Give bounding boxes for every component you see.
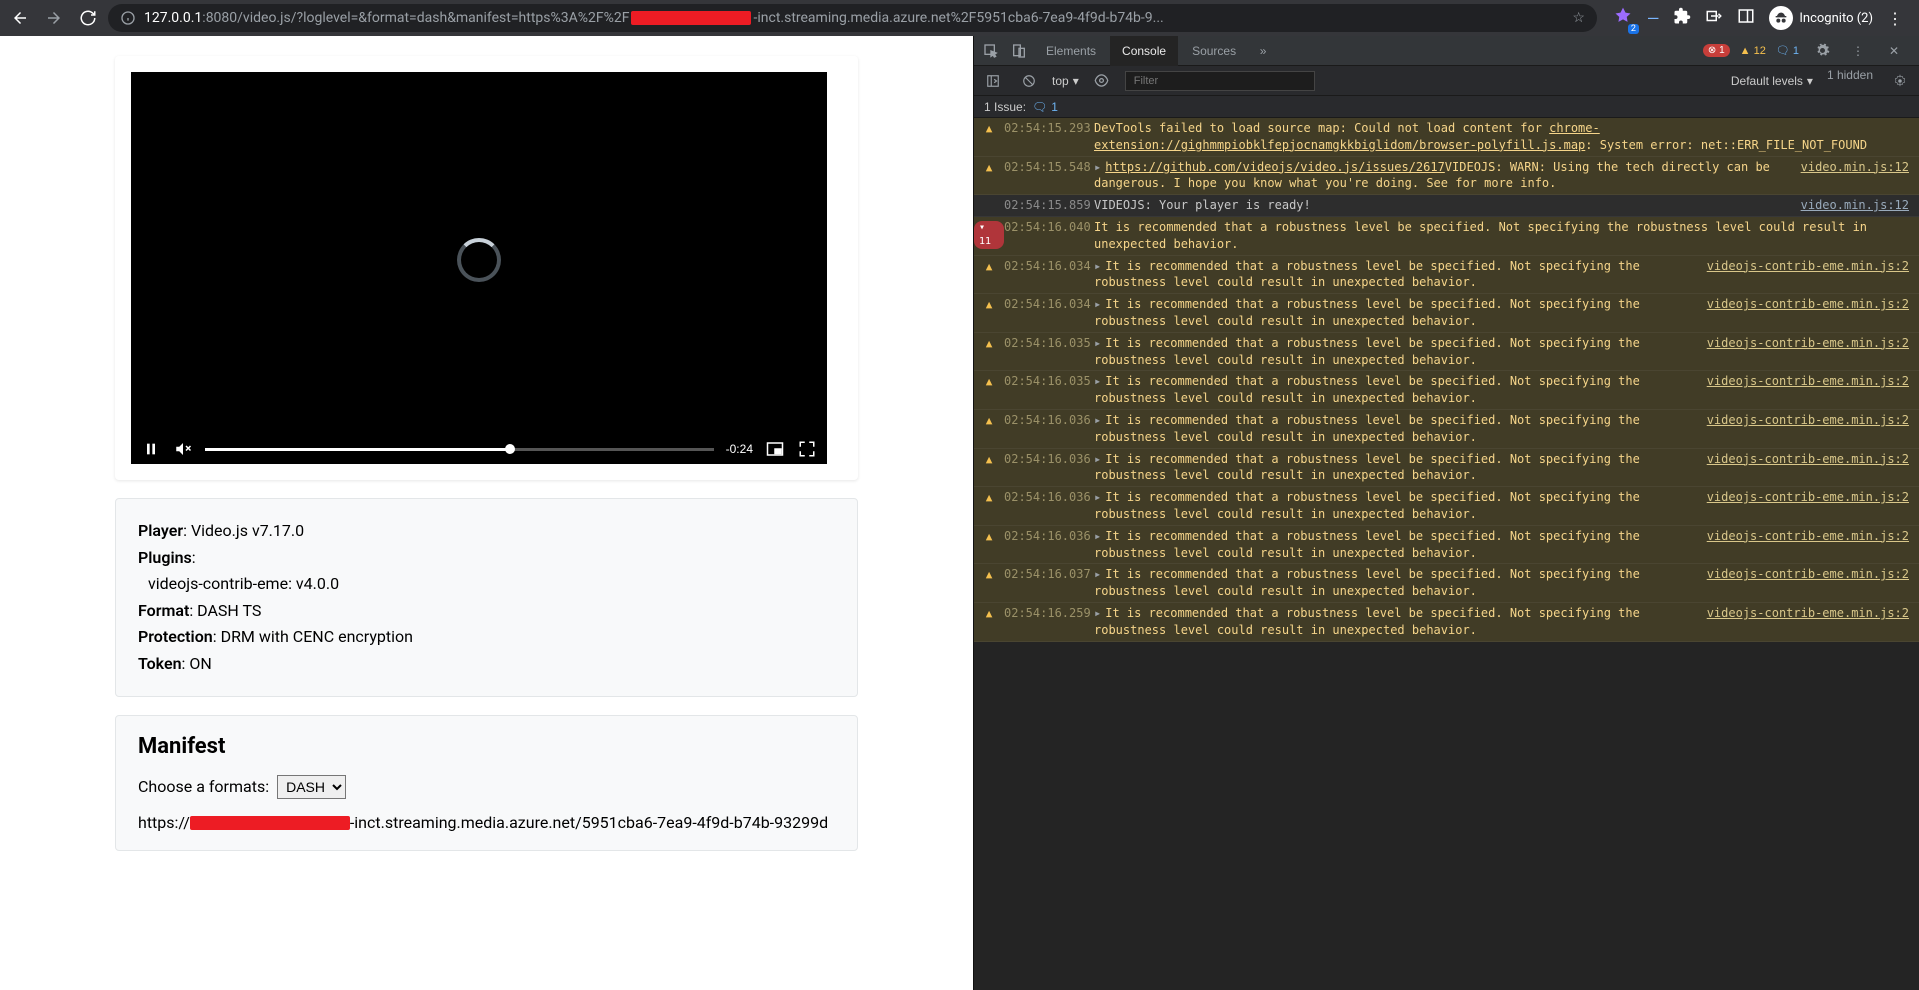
error-count-badge[interactable]: ⊗ 1 <box>1703 44 1730 57</box>
menu-icon[interactable]: ⋮ <box>1887 9 1903 28</box>
pip-button[interactable] <box>765 439 785 459</box>
redaction-bar <box>190 816 350 830</box>
player-value: : Video.js v7.17.0 <box>183 521 304 540</box>
console-row[interactable]: ▲02:54:16.036▸It is recommended that a r… <box>974 410 1919 449</box>
close-devtools-icon[interactable]: ✕ <box>1881 38 1907 64</box>
settings-icon[interactable] <box>1809 38 1835 64</box>
format-value: : DASH TS <box>189 601 261 620</box>
devtools-panel: Elements Console Sources » ⊗ 1 ▲ 12 🗨 1 … <box>973 36 1919 990</box>
issues-chip[interactable]: 🗨 1 <box>1032 100 1058 114</box>
incognito-label: Incognito (2) <box>1799 11 1873 26</box>
browser-actions: 2 — Incognito (2) ⋮ <box>1603 6 1913 30</box>
device-icon[interactable] <box>1006 38 1032 64</box>
choose-format-label: Choose a formats: <box>138 777 269 796</box>
pause-button[interactable] <box>141 439 161 459</box>
issues-bar[interactable]: 1 Issue: 🗨 1 <box>974 96 1919 118</box>
console-row[interactable]: ▲02:54:16.036▸It is recommended that a r… <box>974 449 1919 488</box>
progress-bar[interactable] <box>205 448 714 451</box>
console-toolbar: top ▾ Default levels ▾ 1 hidden <box>974 66 1919 96</box>
tab-elements[interactable]: Elements <box>1034 36 1108 66</box>
protection-label: Protection <box>138 627 213 646</box>
plugins-value: : <box>192 548 196 567</box>
page-viewport[interactable]: -0:24 Player: Video.js v7.17.0 Plugins: … <box>0 36 973 990</box>
redaction-bar <box>631 11 751 25</box>
protection-value: : DRM with CENC encryption <box>213 627 413 646</box>
back-button[interactable] <box>6 4 34 32</box>
browser-toolbar: 127.0.0.1:8080/video.js/?loglevel=&forma… <box>0 0 1919 36</box>
filter-input[interactable] <box>1125 71 1315 91</box>
site-info-icon[interactable] <box>120 10 136 26</box>
console-row[interactable]: ▾ 1102:54:16.040It is recommended that a… <box>974 217 1919 256</box>
panel-icon[interactable] <box>1737 7 1755 29</box>
dash-icon: — <box>1647 9 1660 28</box>
plugin-item: videojs-contrib-eme: v4.0.0 <box>138 571 835 597</box>
inspect-icon[interactable] <box>978 38 1004 64</box>
plugins-label: Plugins <box>138 548 192 567</box>
tab-sources[interactable]: Sources <box>1180 36 1248 66</box>
console-row[interactable]: ▲02:54:16.035▸It is recommended that a r… <box>974 333 1919 372</box>
message-count-badge[interactable]: 🗨 1 <box>1776 44 1799 57</box>
console-row[interactable]: ▲02:54:16.259▸It is recommended that a r… <box>974 603 1919 642</box>
mute-button[interactable] <box>173 439 193 459</box>
player-info-card: Player: Video.js v7.17.0 Plugins: videoj… <box>115 498 858 697</box>
manifest-heading: Manifest <box>138 734 835 759</box>
extension-count: 2 <box>1628 24 1639 34</box>
console-row[interactable]: ▲02:54:16.037▸It is recommended that a r… <box>974 564 1919 603</box>
format-select[interactable]: DASH <box>277 775 346 799</box>
sidebar-toggle-icon[interactable] <box>980 68 1006 94</box>
video-controls: -0:24 <box>131 434 827 464</box>
time-remaining: -0:24 <box>726 442 753 456</box>
console-settings-icon[interactable] <box>1887 68 1913 94</box>
console-row[interactable]: ▲02:54:15.548▸https://github.com/videojs… <box>974 157 1919 196</box>
console-row[interactable]: ▲02:54:15.293DevTools failed to load sou… <box>974 118 1919 157</box>
url-host: 127.0.0.1 <box>144 10 202 26</box>
console-row[interactable]: ▲02:54:16.036▸It is recommended that a r… <box>974 526 1919 565</box>
media-icon[interactable] <box>1705 7 1723 29</box>
url-tail: -inct.streaming.media.azure.net%2F5951cb… <box>753 10 1163 26</box>
bookmark-icon[interactable]: ☆ <box>1572 10 1585 26</box>
devtools-menu-icon[interactable]: ⋮ <box>1845 38 1871 64</box>
console-row[interactable]: ▲02:54:16.034▸It is recommended that a r… <box>974 294 1919 333</box>
more-tabs-icon[interactable]: » <box>1250 38 1276 64</box>
format-label: Format <box>138 601 189 620</box>
devtools-tabs: Elements Console Sources » ⊗ 1 ▲ 12 🗨 1 … <box>974 36 1919 66</box>
video-player[interactable]: -0:24 <box>131 72 827 464</box>
video-card: -0:24 <box>115 56 858 480</box>
reload-button[interactable] <box>74 4 102 32</box>
context-selector[interactable]: top ▾ <box>1052 74 1079 88</box>
console-body[interactable]: ▲02:54:15.293DevTools failed to load sou… <box>974 118 1919 990</box>
token-label: Token <box>138 654 182 673</box>
url-path: :8080/video.js/?loglevel=&format=dash&ma… <box>202 10 629 26</box>
extensions-icon[interactable] <box>1673 7 1691 29</box>
issues-label: 1 Issue: <box>984 100 1026 114</box>
levels-selector[interactable]: Default levels ▾ <box>1731 68 1813 94</box>
tab-console[interactable]: Console <box>1110 36 1178 66</box>
console-row[interactable]: ▲02:54:16.034▸It is recommended that a r… <box>974 256 1919 295</box>
forward-button[interactable] <box>40 4 68 32</box>
address-bar[interactable]: 127.0.0.1:8080/video.js/?loglevel=&forma… <box>108 4 1597 32</box>
console-row[interactable]: ▲02:54:16.036▸It is recommended that a r… <box>974 487 1919 526</box>
console-row[interactable]: ▲02:54:16.035▸It is recommended that a r… <box>974 371 1919 410</box>
manifest-url: https://-inct.streaming.media.azure.net/… <box>138 813 835 832</box>
incognito-icon <box>1769 6 1793 30</box>
manifest-card: Manifest Choose a formats: DASH https://… <box>115 715 858 851</box>
loading-spinner <box>457 238 501 282</box>
live-expression-icon[interactable] <box>1089 68 1115 94</box>
extension-icon[interactable]: 2 <box>1613 6 1633 30</box>
hidden-count[interactable]: 1 hidden <box>1827 68 1873 94</box>
warn-count-badge[interactable]: ▲ 12 <box>1740 45 1766 57</box>
token-value: : ON <box>182 654 212 673</box>
fullscreen-button[interactable] <box>797 439 817 459</box>
console-row[interactable]: 02:54:15.859VIDEOJS: Your player is read… <box>974 195 1919 217</box>
player-label: Player <box>138 521 183 540</box>
clear-console-icon[interactable] <box>1016 68 1042 94</box>
incognito-indicator[interactable]: Incognito (2) <box>1769 6 1873 30</box>
